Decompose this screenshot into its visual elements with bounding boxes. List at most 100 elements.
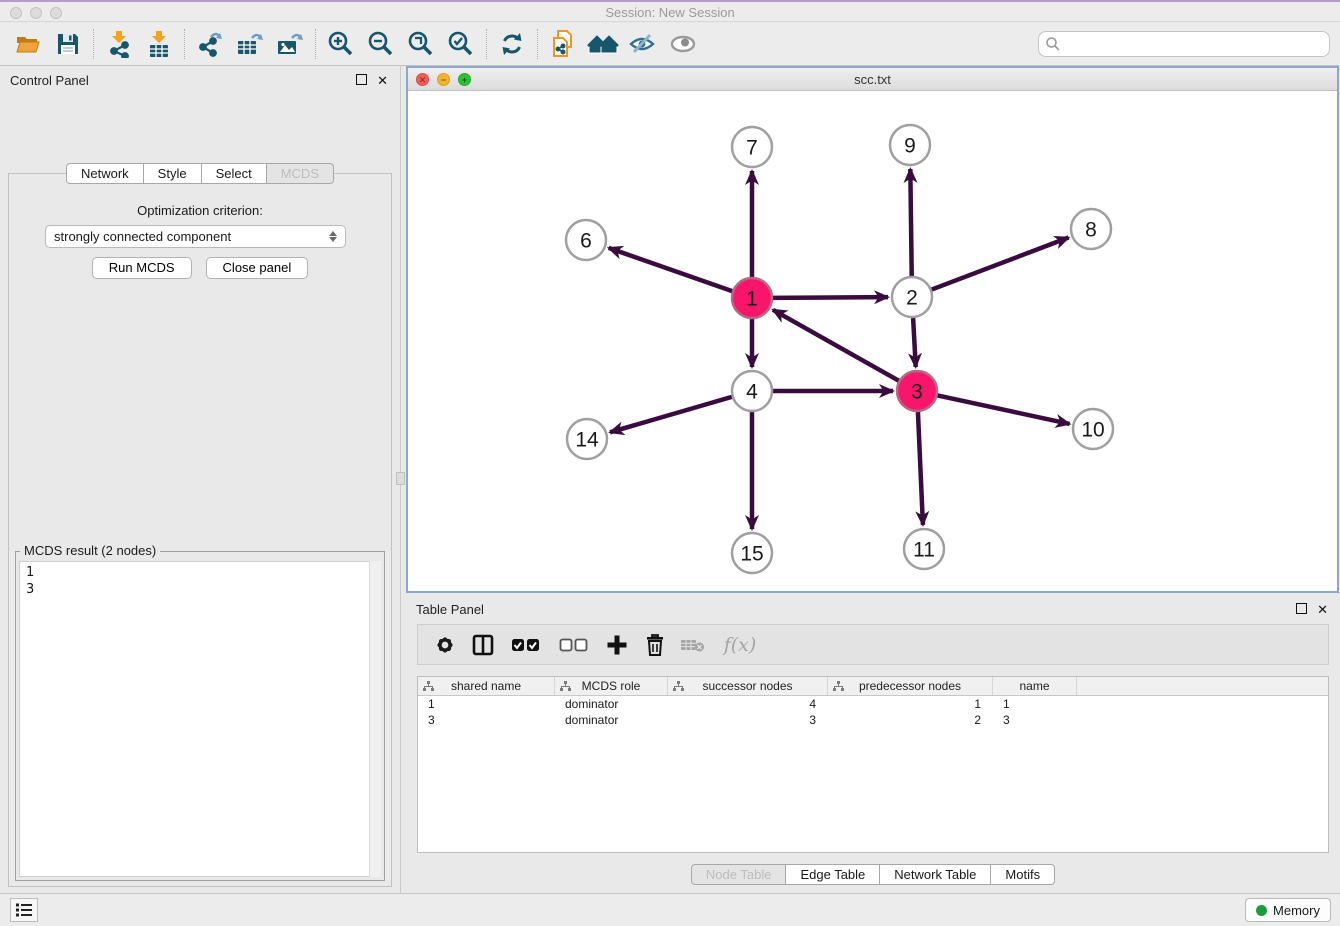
table-options-button[interactable]: [430, 629, 460, 661]
show-all-button[interactable]: [663, 27, 703, 61]
import-network-button[interactable]: [99, 27, 139, 61]
column-header-shared-name[interactable]: shared name: [418, 677, 555, 695]
edge-3-10[interactable]: [938, 395, 1070, 424]
tab-motifs[interactable]: Motifs: [990, 864, 1055, 885]
task-history-button[interactable]: [10, 898, 38, 922]
edge-3-1[interactable]: [773, 310, 899, 381]
edge-3-11[interactable]: [918, 412, 923, 525]
node-table[interactable]: shared nameMCDS rolesuccessor nodesprede…: [417, 676, 1329, 853]
table-cell[interactable]: dominator: [555, 713, 668, 727]
dropdown-stepper-icon: [329, 231, 337, 242]
network-window-titlebar[interactable]: ✕ − + scc.txt: [408, 68, 1337, 91]
save-session-button[interactable]: [48, 27, 88, 61]
column-header-mcds-role[interactable]: MCDS role: [555, 677, 668, 695]
criterion-value: strongly connected component: [54, 229, 329, 244]
table-cell[interactable]: 3: [668, 713, 828, 727]
run-mcds-button[interactable]: Run MCDS: [92, 257, 192, 279]
memory-status-icon: [1256, 905, 1267, 916]
memory-button[interactable]: Memory: [1245, 898, 1331, 922]
home-view-button[interactable]: [583, 27, 623, 61]
table-toolbar: f(x): [417, 624, 1329, 665]
edge-4-14[interactable]: [610, 397, 732, 432]
edge-2-8[interactable]: [932, 238, 1069, 290]
table-cell[interactable]: 3: [993, 713, 1077, 727]
mcds-result-title: MCDS result (2 nodes): [20, 543, 160, 558]
export-network-button[interactable]: [190, 27, 230, 61]
edge-2-9[interactable]: [910, 169, 911, 276]
table-cell[interactable]: dominator: [555, 697, 668, 711]
zoom-out-button[interactable]: [361, 27, 401, 61]
edge-1-2[interactable]: [773, 297, 888, 298]
network-graph[interactable]: 7968124314101511: [408, 91, 1337, 591]
zoom-out-icon: [366, 29, 396, 59]
table-cell[interactable]: 3: [418, 713, 555, 727]
tab-network-table[interactable]: Network Table: [879, 864, 991, 885]
toolbar-separator: [537, 29, 538, 59]
tab-mcds[interactable]: MCDS: [266, 163, 334, 184]
zoom-selected-button[interactable]: [441, 27, 481, 61]
tab-network[interactable]: Network: [66, 163, 144, 184]
refresh-button[interactable]: [492, 27, 532, 61]
eye-icon: [668, 31, 698, 57]
column-header-predecessor-nodes[interactable]: predecessor nodes: [828, 677, 993, 695]
trash-icon: [643, 632, 667, 658]
export-image-button[interactable]: [270, 27, 310, 61]
memory-label: Memory: [1273, 903, 1320, 918]
copy-network-icon: [549, 29, 577, 59]
unchecked-boxes-icon: [559, 638, 589, 652]
tab-edge-table[interactable]: Edge Table: [785, 864, 880, 885]
table-cell[interactable]: 1: [993, 697, 1077, 711]
search-input[interactable]: [1061, 34, 1329, 54]
delete-table-button[interactable]: [678, 629, 708, 661]
splitter-handle-vertical[interactable]: [396, 472, 405, 485]
table-cell[interactable]: 1: [828, 697, 993, 711]
tab-node-table[interactable]: Node Table: [691, 864, 787, 885]
mcds-result-list[interactable]: 1 3: [19, 561, 381, 877]
zoom-fit-icon: [406, 29, 436, 59]
column-header-successor-nodes[interactable]: successor nodes: [668, 677, 828, 695]
select-all-rows-button[interactable]: [506, 629, 546, 661]
network-canvas[interactable]: 7968124314101511: [408, 91, 1337, 591]
table-cell[interactable]: 2: [828, 713, 993, 727]
node-label-14: 14: [575, 429, 599, 452]
close-panel-icon[interactable]: ✕: [377, 73, 388, 89]
node-label-3: 3: [911, 381, 923, 404]
delete-column-button[interactable]: [640, 629, 670, 661]
search-box[interactable]: [1038, 31, 1330, 57]
result-scrollbar[interactable]: [369, 561, 381, 877]
export-table-button[interactable]: [230, 27, 270, 61]
checked-boxes-icon: [511, 638, 541, 652]
table-row[interactable]: 1dominator411: [418, 696, 1328, 712]
show-columns-button[interactable]: [468, 629, 498, 661]
close-table-panel-icon[interactable]: ✕: [1317, 602, 1328, 618]
import-network-icon: [105, 30, 133, 58]
apply-function-button[interactable]: f(x): [716, 629, 764, 661]
table-header-row[interactable]: shared nameMCDS rolesuccessor nodesprede…: [418, 677, 1328, 696]
tab-select[interactable]: Select: [201, 163, 267, 184]
import-table-button[interactable]: [139, 27, 179, 61]
edge-1-6[interactable]: [609, 248, 733, 291]
float-table-panel-icon[interactable]: [1296, 603, 1307, 614]
float-panel-icon[interactable]: [356, 74, 367, 85]
table-row[interactable]: 3dominator323: [418, 712, 1328, 728]
copy-network-view-button[interactable]: [543, 27, 583, 61]
criterion-dropdown[interactable]: strongly connected component: [45, 225, 346, 248]
deselect-all-rows-button[interactable]: [554, 629, 594, 661]
function-icon: f(x): [724, 634, 757, 656]
open-session-button[interactable]: [8, 27, 48, 61]
table-cell[interactable]: 1: [418, 697, 555, 711]
zoom-in-icon: [326, 29, 356, 59]
zoom-in-button[interactable]: [321, 27, 361, 61]
refresh-icon: [498, 30, 526, 58]
column-header-name[interactable]: name: [993, 677, 1077, 695]
table-cell[interactable]: 4: [668, 697, 828, 711]
zoom-selected-icon: [446, 29, 476, 59]
edge-2-3[interactable]: [913, 318, 916, 367]
hide-selected-button[interactable]: [623, 27, 663, 61]
node-label-9: 9: [904, 135, 916, 158]
add-column-button[interactable]: [602, 629, 632, 661]
close-panel-button[interactable]: Close panel: [206, 257, 309, 279]
zoom-fit-button[interactable]: [401, 27, 441, 61]
tab-style[interactable]: Style: [143, 163, 202, 184]
node-label-10: 10: [1081, 419, 1104, 442]
